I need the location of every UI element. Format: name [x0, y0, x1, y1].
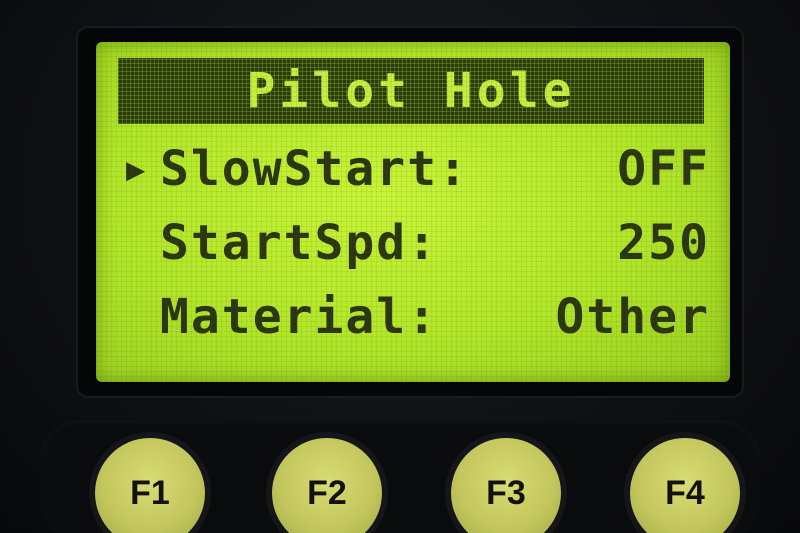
f1-button-label: F1: [130, 474, 170, 512]
menu-item-material[interactable]: Material: Other: [126, 284, 716, 350]
selection-cursor-icon: ▶: [126, 150, 148, 188]
menu-item-start-speed[interactable]: StartSpd: 250: [126, 210, 716, 276]
menu-item-label: StartSpd:: [160, 215, 439, 271]
menu-item-slow-start[interactable]: ▶ SlowStart: OFF: [126, 136, 716, 202]
menu-title-bar: Pilot Hole: [118, 58, 704, 124]
f4-button-label: F4: [665, 474, 705, 512]
menu-item-value: 250: [617, 215, 710, 271]
menu-item-value: Other: [555, 289, 710, 345]
f3-button-label: F3: [486, 474, 526, 512]
menu-item-value: OFF: [617, 141, 710, 197]
menu-item-label: SlowStart:: [160, 141, 469, 197]
menu-title: Pilot Hole: [246, 63, 576, 119]
f2-button-label: F2: [307, 474, 347, 512]
menu-item-label: Material:: [160, 289, 439, 345]
lcd-screen: Pilot Hole ▶ SlowStart: OFF StartSpd: 25…: [96, 42, 730, 382]
control-panel: Pilot Hole ▶ SlowStart: OFF StartSpd: 25…: [0, 0, 800, 533]
